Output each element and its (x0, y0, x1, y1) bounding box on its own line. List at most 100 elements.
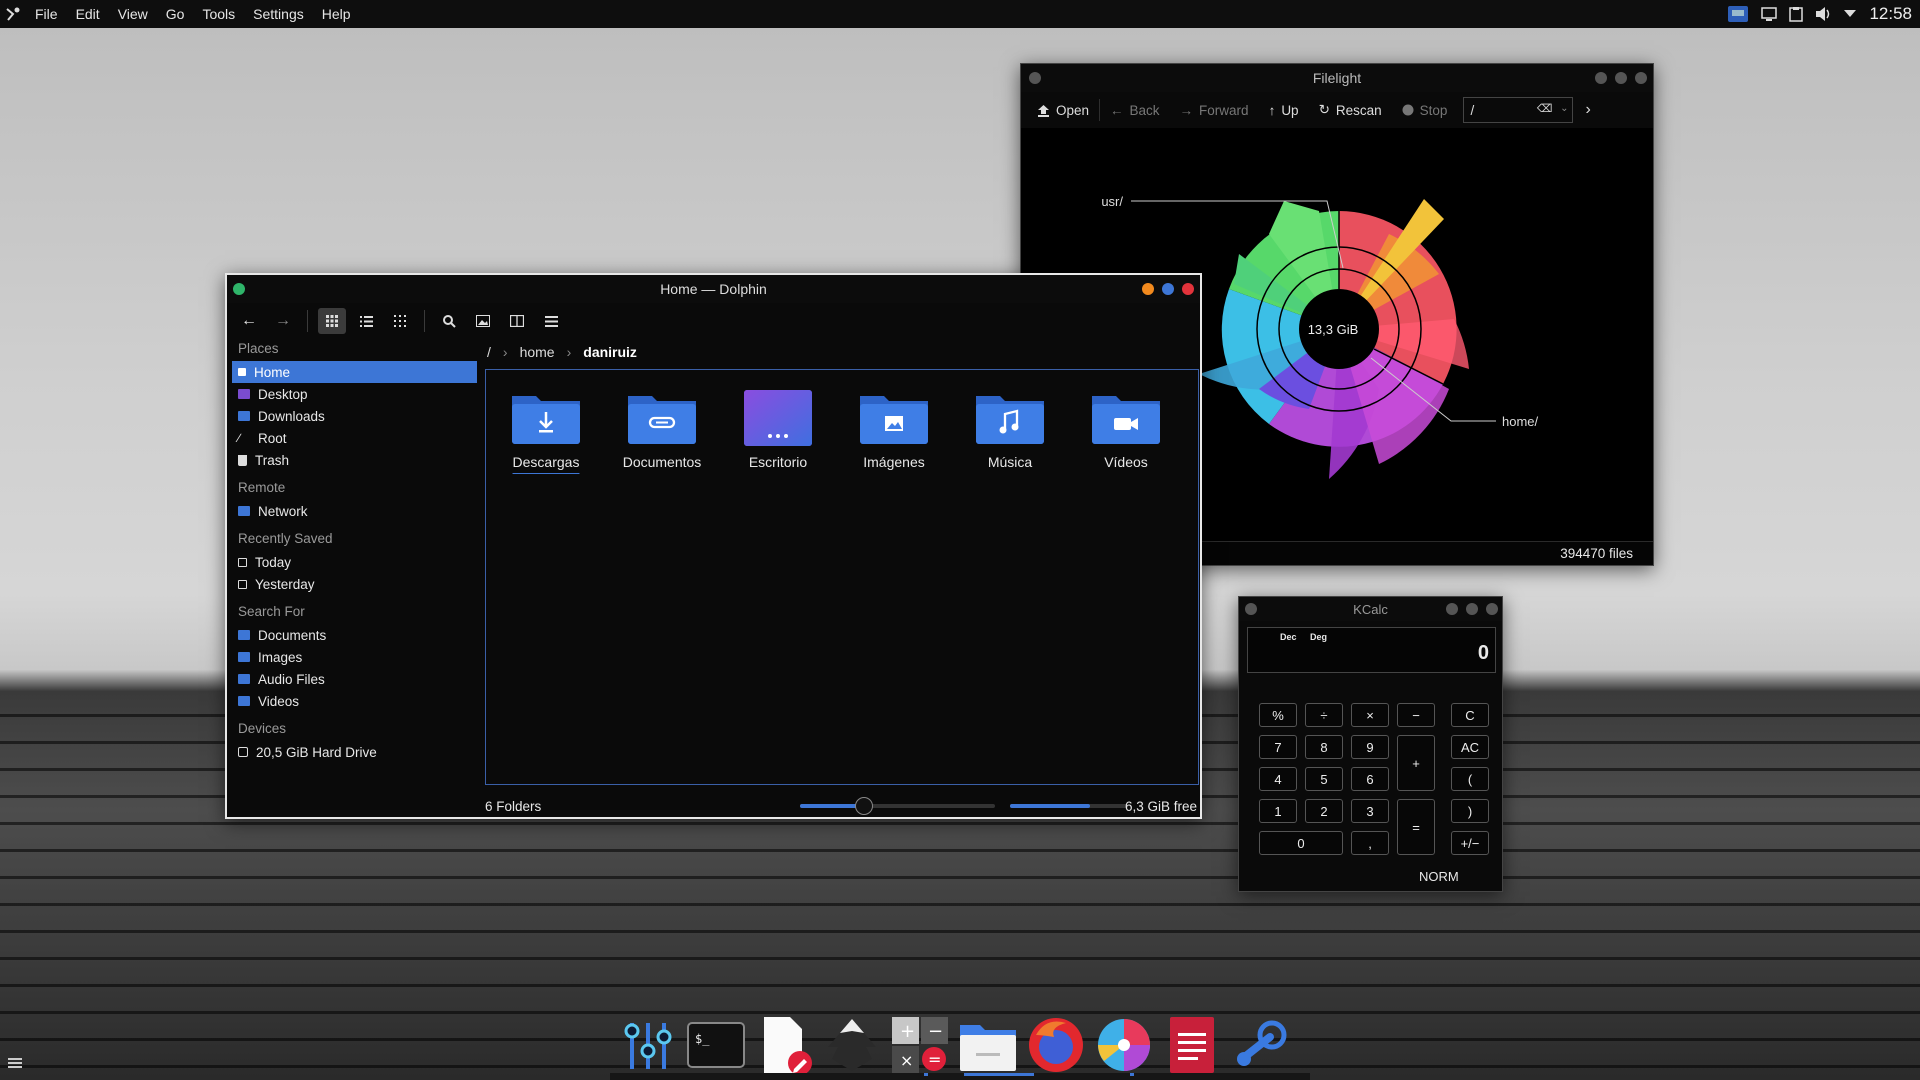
preview-button[interactable] (469, 308, 497, 334)
volume-icon[interactable] (1815, 6, 1831, 22)
sidebar-item-desktop[interactable]: Desktop (232, 383, 477, 405)
two-button[interactable]: 2 (1305, 799, 1343, 823)
menu-view[interactable]: View (109, 6, 157, 22)
stop-button[interactable]: Stop (1392, 92, 1458, 128)
minus-button[interactable]: − (1397, 703, 1435, 727)
app-launcher-icon[interactable] (0, 6, 26, 22)
percent-button[interactable]: % (1259, 703, 1297, 727)
plus-button[interactable]: + (1397, 735, 1435, 791)
icons-view-button[interactable] (318, 308, 346, 334)
nine-button[interactable]: 9 (1351, 735, 1389, 759)
hamburger-icon[interactable] (8, 1058, 22, 1068)
sidebar-item-documents[interactable]: Documents (232, 624, 477, 646)
sidebar-item-audio-files[interactable]: Audio Files (232, 668, 477, 690)
usr-label[interactable]: usr/ (1101, 194, 1123, 209)
window-menu-icon[interactable] (1029, 72, 1041, 84)
menu-settings[interactable]: Settings (244, 6, 313, 22)
minimize-button[interactable] (1142, 283, 1154, 295)
clipboard-icon[interactable] (1789, 6, 1804, 22)
firefox-icon[interactable] (1026, 1015, 1086, 1075)
folder-item[interactable]: Descargas (496, 390, 596, 470)
mixer-icon[interactable] (618, 1015, 678, 1075)
rescan-button[interactable]: ↻ Rescan (1309, 92, 1392, 128)
sidebar-item-network[interactable]: Network (232, 500, 477, 522)
calculator-icon[interactable]: + − × = (890, 1015, 950, 1075)
filelight-icon[interactable] (1094, 1015, 1154, 1075)
breadcrumb-root[interactable]: / (487, 344, 491, 360)
file-view[interactable]: Descargas Documentos Escritorio Imágenes (485, 369, 1199, 785)
terminal-icon[interactable]: $_ (686, 1015, 746, 1075)
split-view-button[interactable] (503, 308, 531, 334)
steam-icon[interactable] (1230, 1015, 1290, 1075)
menu-help[interactable]: Help (313, 6, 360, 22)
sidebar-item-hard-drive[interactable]: 20,5 GiB Hard Drive (232, 741, 477, 763)
chevron-down-icon[interactable]: ⌄ (1560, 103, 1568, 114)
forward-button[interactable]: → Forward (1170, 92, 1259, 128)
close-button[interactable] (1486, 603, 1498, 615)
maximize-button[interactable] (1162, 283, 1174, 295)
open-paren-button[interactable]: ( (1451, 767, 1489, 791)
clock[interactable]: 12:58 (1869, 4, 1912, 24)
up-button[interactable]: ↑ Up (1259, 92, 1309, 128)
eight-button[interactable]: 8 (1305, 735, 1343, 759)
kcalc-titlebar[interactable]: KCalc (1239, 597, 1502, 621)
window-menu-icon[interactable] (233, 283, 245, 295)
sidebar-item-downloads[interactable]: Downloads (232, 405, 477, 427)
zoom-slider[interactable] (800, 797, 995, 815)
menu-edit[interactable]: Edit (67, 6, 109, 22)
sidebar-item-videos[interactable]: Videos (232, 690, 477, 712)
maximize-button[interactable] (1466, 603, 1478, 615)
multiply-button[interactable]: × (1351, 703, 1389, 727)
document-viewer-icon[interactable] (1162, 1015, 1222, 1075)
all-clear-button[interactable]: AC (1451, 735, 1489, 759)
equals-button[interactable]: = (1397, 799, 1435, 855)
comma-button[interactable]: , (1351, 831, 1389, 855)
folder-item[interactable]: Escritorio (728, 390, 828, 470)
path-field[interactable]: / ⌫ ⌄ (1463, 97, 1574, 123)
menu-file[interactable]: File (26, 6, 67, 22)
forward-button[interactable]: → (269, 308, 297, 334)
compact-view-button[interactable] (386, 308, 414, 334)
sidebar-item-yesterday[interactable]: Yesterday (232, 573, 477, 595)
filelight-titlebar[interactable]: Filelight (1021, 64, 1653, 92)
minimize-button[interactable] (1446, 603, 1458, 615)
divide-button[interactable]: ÷ (1305, 703, 1343, 727)
menu-go[interactable]: Go (157, 6, 194, 22)
breadcrumb-current[interactable]: daniruiz (583, 344, 637, 360)
breadcrumb-home[interactable]: home (520, 344, 555, 360)
folder-item[interactable]: Imágenes (844, 390, 944, 470)
sidebar-item-images[interactable]: Images (232, 646, 477, 668)
clear-button[interactable]: C (1451, 703, 1489, 727)
sidebar-item-root[interactable]: ∕ Root (232, 427, 477, 449)
display-icon[interactable] (1761, 6, 1778, 22)
network-icon[interactable] (1727, 5, 1749, 23)
clear-text-icon[interactable]: ⌫ (1537, 102, 1553, 115)
folder-item[interactable]: Documentos (612, 390, 712, 470)
three-button[interactable]: 3 (1351, 799, 1389, 823)
four-button[interactable]: 4 (1259, 767, 1297, 791)
zero-button[interactable]: 0 (1259, 831, 1343, 855)
inkscape-icon[interactable] (822, 1015, 882, 1075)
close-paren-button[interactable]: ) (1451, 799, 1489, 823)
home-label[interactable]: home/ (1502, 414, 1539, 429)
close-button[interactable] (1635, 72, 1647, 84)
sidebar-item-home[interactable]: Home (232, 361, 477, 383)
details-view-button[interactable] (352, 308, 380, 334)
minimize-button[interactable] (1595, 72, 1607, 84)
chevron-right-icon[interactable]: › (1585, 101, 1590, 119)
hamburger-menu-button[interactable] (537, 308, 565, 334)
one-button[interactable]: 1 (1259, 799, 1297, 823)
sign-button[interactable]: +/− (1451, 831, 1489, 855)
back-button[interactable]: ← (235, 308, 263, 334)
back-button[interactable]: ← Back (1100, 92, 1170, 128)
search-button[interactable] (435, 308, 463, 334)
file-manager-icon[interactable] (958, 1015, 1018, 1075)
folder-item[interactable]: Música (960, 390, 1060, 470)
dolphin-titlebar[interactable]: Home — Dolphin (227, 275, 1200, 303)
maximize-button[interactable] (1615, 72, 1627, 84)
close-button[interactable] (1182, 283, 1194, 295)
five-button[interactable]: 5 (1305, 767, 1343, 791)
chevron-down-icon[interactable] (1843, 9, 1857, 19)
sidebar-item-today[interactable]: Today (232, 551, 477, 573)
seven-button[interactable]: 7 (1259, 735, 1297, 759)
